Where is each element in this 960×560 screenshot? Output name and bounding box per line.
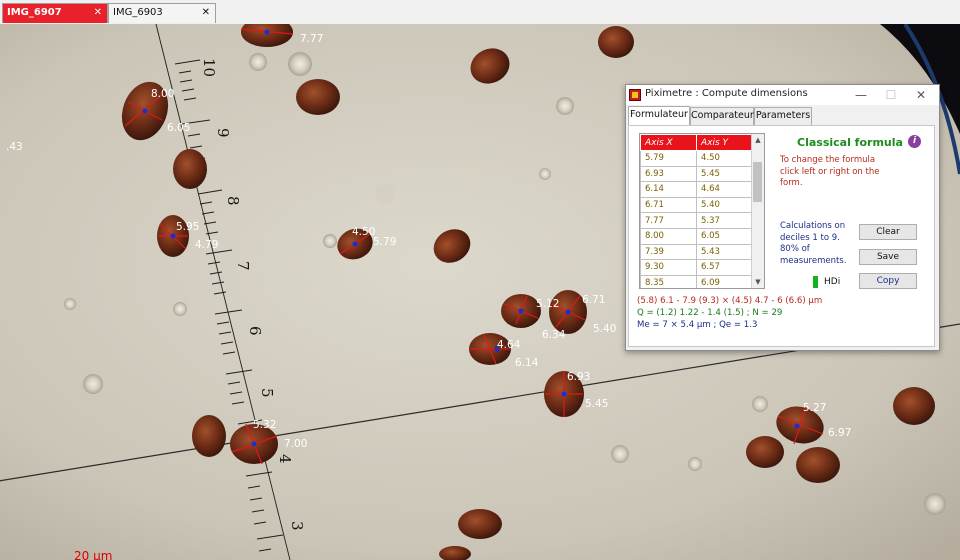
cell-axis-x[interactable]: 7.39 [640, 243, 697, 261]
cell-axis-y[interactable]: 5.45 [696, 165, 753, 183]
measurement-label: 8.00 [151, 88, 174, 100]
tab-formulateur[interactable]: Formulateur [628, 106, 690, 126]
cell-axis-y[interactable]: 4.50 [696, 150, 753, 167]
table-row[interactable]: 7.39 5.43 [640, 243, 753, 261]
document-tab-img-6903[interactable]: IMG_6903 ✕ [108, 3, 216, 23]
tab-label: IMG_6907 [7, 7, 62, 18]
dialog-title: Piximetre : Compute dimensions [645, 88, 808, 99]
measurement-label: 4.50 [352, 226, 375, 238]
measurement-label: 5.40 [593, 323, 616, 335]
cell-axis-y[interactable]: 5.43 [696, 243, 753, 261]
scroll-up-icon[interactable]: ▲ [752, 134, 764, 146]
cell-axis-y[interactable]: 6.57 [696, 259, 753, 276]
document-tab-img-6907[interactable]: IMG_6907 ✕ [2, 3, 108, 23]
measurement-label: 4.79 [195, 239, 218, 251]
measurement-label: 7.00 [284, 438, 307, 450]
ruler-number: 6 [246, 326, 264, 336]
cell-axis-x[interactable]: 8.35 [640, 274, 697, 288]
result-mean: Me = 7 × 5.4 µm ; Qe = 1.3 [637, 320, 758, 330]
table-row[interactable]: 8.35 6.09 [640, 274, 753, 288]
ruler-number: 10 [200, 58, 218, 77]
table-row[interactable]: 7.77 5.37 [640, 212, 753, 229]
measurement-label: 6.93 [567, 371, 590, 383]
cell-axis-y[interactable]: 5.40 [696, 196, 753, 214]
result-dimensions: (5.8) 6.1 - 7.9 (9.3) × (4.5) 4.7 - 6 (6… [637, 296, 823, 306]
minimize-icon[interactable]: — [846, 85, 876, 105]
info-icon[interactable]: i [908, 135, 921, 148]
measurement-label: 6.34 [542, 329, 566, 341]
measurements-table[interactable]: Axis X Axis Y 5.79 4.50 6.93 5.45 6.14 4.64… [639, 133, 765, 289]
measurement-label: 5.27 [803, 402, 826, 414]
measurement-label: 5.12 [536, 298, 559, 310]
ruler-number: 3 [288, 521, 306, 531]
table-row[interactable]: 5.79 4.50 [640, 150, 753, 167]
measurement-label: 6.71 [582, 294, 605, 306]
measurement-label: 6.97 [828, 427, 851, 439]
clear-button[interactable]: Clear [859, 224, 917, 240]
scrollbar-thumb[interactable] [753, 162, 762, 202]
cell-axis-y[interactable]: 4.64 [696, 181, 753, 198]
table-row[interactable]: 6.14 4.64 [640, 181, 753, 198]
cell-axis-y[interactable]: 6.05 [696, 227, 753, 245]
measurement-label: 7.77 [300, 33, 323, 45]
tab-label: IMG_6903 [113, 7, 163, 18]
close-icon[interactable]: ✕ [94, 4, 102, 22]
compute-dimensions-dialog: Piximetre : Compute dimensions — ☐ ✕ For… [625, 84, 940, 351]
measurement-label: 5.45 [585, 398, 608, 410]
ruler-number: 9 [214, 128, 232, 138]
measurement-label: 5.79 [373, 236, 396, 248]
cell-axis-x[interactable]: 9.30 [640, 259, 697, 276]
cell-axis-y[interactable]: 5.37 [696, 212, 753, 229]
close-icon[interactable]: ✕ [202, 4, 210, 22]
cell-axis-x[interactable]: 6.14 [640, 181, 697, 198]
scroll-down-icon[interactable]: ▼ [752, 276, 764, 288]
scale-bar-label: 20 µm [74, 549, 112, 560]
measurement-label: .43 [6, 141, 23, 153]
piximetre-app-icon [629, 89, 641, 101]
hdi-label: HDi [824, 277, 841, 287]
ruler-number: 8 [224, 196, 242, 206]
table-row[interactable]: 6.71 5.40 [640, 196, 753, 214]
measurement-label: 5.32 [253, 419, 276, 431]
close-icon[interactable]: ✕ [906, 85, 936, 105]
table-row[interactable]: 8.00 6.05 [640, 227, 753, 245]
cell-axis-y[interactable]: 6.09 [696, 274, 753, 288]
measured-spore [501, 294, 541, 328]
formula-hint: To change the formula click left or righ… [780, 155, 880, 188]
maximize-icon: ☐ [885, 88, 897, 102]
table-header-row: Axis X Axis Y [640, 134, 753, 151]
measurement-label: 4.64 [497, 339, 521, 351]
document-tab-bar: IMG_6907 ✕ IMG_6903 ✕ [0, 0, 960, 25]
save-button[interactable]: Save [859, 249, 917, 265]
cell-axis-x[interactable]: 7.77 [640, 212, 697, 229]
copy-button[interactable]: Copy [859, 273, 917, 289]
hdi-toggle[interactable] [813, 276, 818, 288]
table-row[interactable]: 6.93 5.45 [640, 165, 753, 183]
calculation-note: Calculations on deciles 1 to 9. 80% of m… [780, 221, 847, 266]
tab-parameters[interactable]: Parameters [754, 107, 812, 125]
measurement-label: 6.05 [167, 122, 190, 134]
measurement-label: 5.95 [176, 221, 199, 233]
cell-axis-x[interactable]: 6.71 [640, 196, 697, 214]
measurement-label: 6.14 [515, 357, 539, 369]
table-row[interactable]: 9.30 6.57 [640, 259, 753, 276]
cell-axis-x[interactable]: 8.00 [640, 227, 697, 245]
result-quotient: Q = (1.2) 1.22 - 1.4 (1.5) ; N = 29 [637, 308, 783, 318]
tab-comparateur[interactable]: Comparateur [690, 107, 754, 125]
cell-axis-x[interactable]: 6.93 [640, 165, 697, 183]
column-header-axis-x: Axis X [640, 134, 697, 151]
column-header-axis-y: Axis Y [696, 134, 753, 151]
ruler-number: 4 [276, 454, 294, 464]
ruler-number: 5 [258, 388, 276, 398]
table-scrollbar[interactable]: ▲ ▼ [751, 134, 764, 288]
formula-title[interactable]: Classical formula [797, 136, 903, 149]
dialog-title-bar[interactable]: Piximetre : Compute dimensions — ☐ ✕ [626, 85, 939, 105]
cell-axis-x[interactable]: 5.79 [640, 150, 697, 167]
ruler-number: 7 [234, 261, 252, 271]
formulateur-panel: Axis X Axis Y 5.79 4.50 6.93 5.45 6.14 4.64… [628, 125, 935, 347]
